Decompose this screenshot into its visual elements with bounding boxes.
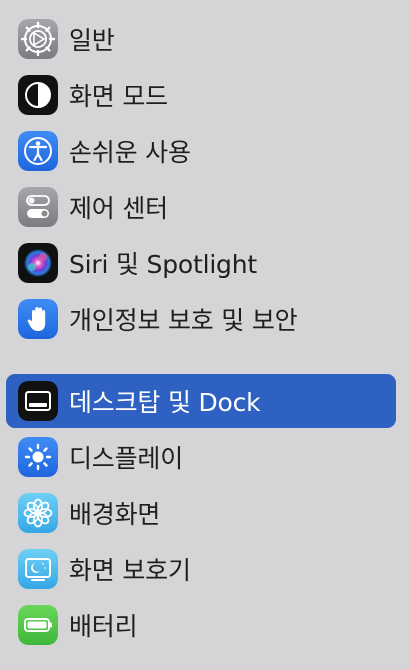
sidebar-item-label: 배터리 [69, 612, 138, 641]
sidebar-item-displays[interactable]: 디스플레이 [6, 430, 396, 484]
sidebar-item-label: 화면 모드 [69, 82, 168, 111]
siri-icon [18, 243, 58, 283]
sidebar-item-screen-saver[interactable]: 화면 보호기 [6, 542, 396, 596]
gear-icon [18, 19, 58, 59]
battery-icon [18, 605, 58, 645]
sidebar-item-label: Siri 및 Spotlight [69, 250, 257, 279]
sidebar-item-label: 제어 센터 [69, 194, 168, 223]
sidebar-item-label: 데스크탑 및 Dock [69, 388, 261, 417]
hand-icon [18, 299, 58, 339]
sidebar-item-general[interactable]: 일반 [6, 12, 396, 66]
sidebar-item-label: 일반 [69, 26, 115, 55]
sun-icon [18, 437, 58, 477]
sidebar-item-battery[interactable]: 배터리 [6, 598, 396, 652]
dock-icon [18, 381, 58, 421]
sidebar-item-label: 디스플레이 [69, 444, 184, 473]
sidebar-item-appearance[interactable]: 화면 모드 [6, 68, 396, 122]
sidebar-item-control-center[interactable]: 제어 센터 [6, 180, 396, 234]
sidebar-item-accessibility[interactable]: 손쉬운 사용 [6, 124, 396, 178]
sidebar-item-label: 손쉬운 사용 [69, 138, 191, 167]
screensaver-icon [18, 549, 58, 589]
sidebar-item-wallpaper[interactable]: 배경화면 [6, 486, 396, 540]
appearance-icon [18, 75, 58, 115]
control-center-icon [18, 187, 58, 227]
sidebar-item-siri-spotlight[interactable]: Siri 및 Spotlight [6, 236, 396, 290]
flower-icon [18, 493, 58, 533]
accessibility-icon [18, 131, 58, 171]
sidebar-item-label: 개인정보 보호 및 보안 [69, 306, 298, 335]
settings-sidebar: 일반 화면 모드 손쉬운 사용 제어 센터 Siri 및 Spotlight 개… [0, 0, 410, 670]
sidebar-item-label: 배경화면 [69, 500, 161, 529]
sidebar-item-label: 화면 보호기 [69, 556, 191, 585]
sidebar-item-desktop-dock[interactable]: 데스크탑 및 Dock [6, 374, 396, 428]
sidebar-item-privacy-security[interactable]: 개인정보 보호 및 보안 [6, 292, 396, 346]
